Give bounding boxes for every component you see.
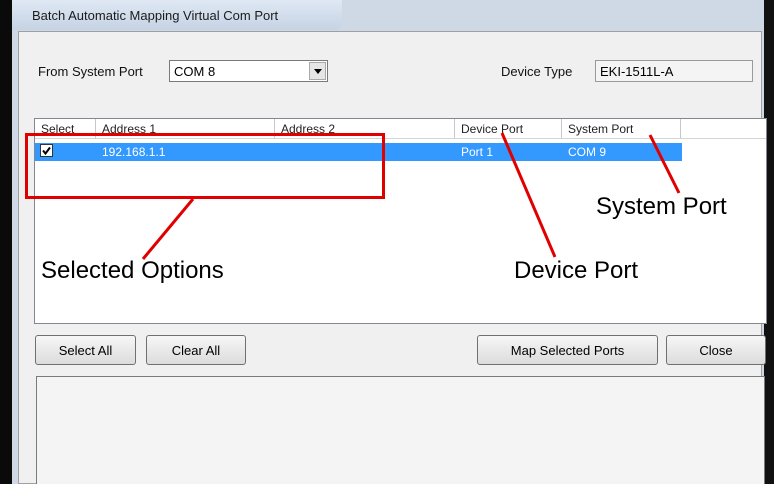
selected-options-highlight-box — [25, 133, 385, 199]
chevron-down-icon — [313, 68, 322, 74]
title-bar[interactable]: Batch Automatic Mapping Virtual Com Port — [12, 0, 342, 30]
device-type-label: Device Type — [501, 64, 573, 79]
system-port-cell: COM 9 — [568, 145, 607, 159]
map-selected-ports-button[interactable]: Map Selected Ports — [477, 335, 658, 365]
from-system-port-value: COM 8 — [174, 64, 216, 79]
column-header-device-port[interactable]: Device Port — [455, 119, 562, 139]
device-port-cell: Port 1 — [461, 145, 494, 159]
clear-all-button[interactable]: Clear All — [146, 335, 246, 365]
status-log-pane — [36, 376, 765, 484]
annotation-system-port: System Port — [596, 193, 727, 220]
close-button[interactable]: Close — [666, 335, 766, 365]
select-all-button[interactable]: Select All — [35, 335, 136, 365]
device-type-field: EKI-1511L-A — [595, 60, 753, 82]
from-system-port-select[interactable]: COM 8 — [169, 60, 328, 82]
device-type-value: EKI-1511L-A — [600, 64, 674, 79]
column-header-system-port[interactable]: System Port — [562, 119, 681, 139]
column-header-filler — [681, 119, 766, 139]
annotation-selected-options: Selected Options — [41, 257, 224, 284]
dropdown-button[interactable] — [309, 62, 326, 80]
from-system-port-label: From System Port — [38, 64, 143, 79]
annotation-device-port: Device Port — [514, 257, 639, 284]
window-title: Batch Automatic Mapping Virtual Com Port — [32, 8, 279, 23]
